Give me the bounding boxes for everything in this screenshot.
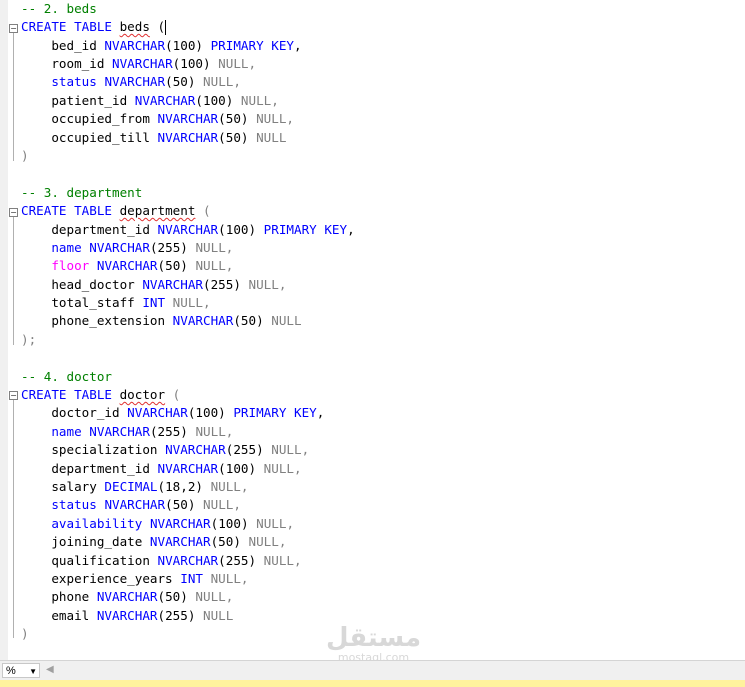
code-line-column: email NVARCHAR(255) NULL — [21, 608, 234, 623]
chevron-down-icon: ▼ — [29, 667, 37, 676]
code-line-column: status NVARCHAR(50) NULL, — [51, 497, 241, 512]
code-line-close: ) — [21, 148, 29, 163]
fold-guide — [13, 400, 14, 638]
code-line-create-table: CREATE TABLE department ( — [21, 203, 211, 218]
watermark-logo: مستقل mostaql.com — [326, 624, 421, 660]
collapse-icon[interactable]: − — [9, 24, 18, 33]
code-line-column: patient_id NVARCHAR(100) NULL, — [21, 93, 279, 108]
code-line-column: phone_extension NVARCHAR(50) NULL — [21, 313, 302, 328]
collapse-icon[interactable]: − — [9, 391, 18, 400]
editor-margin — [0, 0, 8, 660]
fold-guide — [13, 217, 14, 345]
watermark-brand: مستقل — [326, 623, 422, 653]
code-line-comment: -- 4. doctor — [21, 369, 112, 384]
code-line-column: salary DECIMAL(18,2) NULL, — [21, 479, 249, 494]
code-line-column: total_staff INT NULL, — [21, 295, 211, 310]
code-line-column: doctor_id NVARCHAR(100) PRIMARY KEY, — [21, 405, 325, 420]
fold-guide — [13, 33, 14, 161]
code-line-column: status NVARCHAR(50) NULL, — [51, 74, 241, 89]
code-line-column: joining_date NVARCHAR(50) NULL, — [21, 534, 287, 549]
connection-status-bar — [0, 680, 745, 687]
sql-editor[interactable]: − − − -- 2. beds CREATE TABLE beds ( bed… — [0, 0, 745, 660]
code-line-create-table: CREATE TABLE beds ( — [21, 19, 167, 35]
watermark-domain: mostaql.com — [337, 651, 410, 661]
code-line-column: department_id NVARCHAR(100) PRIMARY KEY, — [21, 222, 355, 237]
code-line-column: bed_id NVARCHAR(100) PRIMARY KEY, — [21, 38, 302, 53]
code-line-column: occupied_till NVARCHAR(50) NULL — [21, 130, 287, 145]
code-line-column: department_id NVARCHAR(100) NULL, — [21, 461, 302, 476]
code-line-column: name NVARCHAR(255) NULL, — [51, 424, 234, 439]
code-line-close: ); — [21, 332, 37, 347]
code-line-column: floor NVARCHAR(50) NULL, — [51, 258, 234, 273]
code-line-column: phone NVARCHAR(50) NULL, — [21, 589, 234, 604]
editor-status-bar: % ▼ ◀ — [0, 660, 745, 681]
code-line-column: availability NVARCHAR(100) NULL, — [51, 516, 295, 531]
code-line-column: name NVARCHAR(255) NULL, — [51, 240, 234, 255]
zoom-label: % — [6, 665, 16, 677]
code-line-column: specialization NVARCHAR(255) NULL, — [21, 442, 310, 457]
code-line-create-table: CREATE TABLE doctor ( — [21, 387, 181, 402]
code-line-column: qualification NVARCHAR(255) NULL, — [21, 553, 302, 568]
code-line-column: room_id NVARCHAR(100) NULL, — [21, 56, 257, 71]
collapse-icon[interactable]: − — [9, 208, 18, 217]
scroll-left-icon[interactable]: ◀ — [46, 664, 54, 675]
code-line-comment: -- 3. department — [21, 185, 143, 200]
code-line-column: head_doctor NVARCHAR(255) NULL, — [21, 277, 287, 292]
zoom-dropdown[interactable]: % ▼ — [2, 663, 40, 678]
code-line-close: ) — [21, 626, 29, 641]
code-line-column: occupied_from NVARCHAR(50) NULL, — [21, 111, 295, 126]
code-line-column: experience_years INT NULL, — [21, 571, 249, 586]
code-line-comment: -- 2. beds — [21, 1, 97, 16]
text-caret — [165, 20, 167, 35]
